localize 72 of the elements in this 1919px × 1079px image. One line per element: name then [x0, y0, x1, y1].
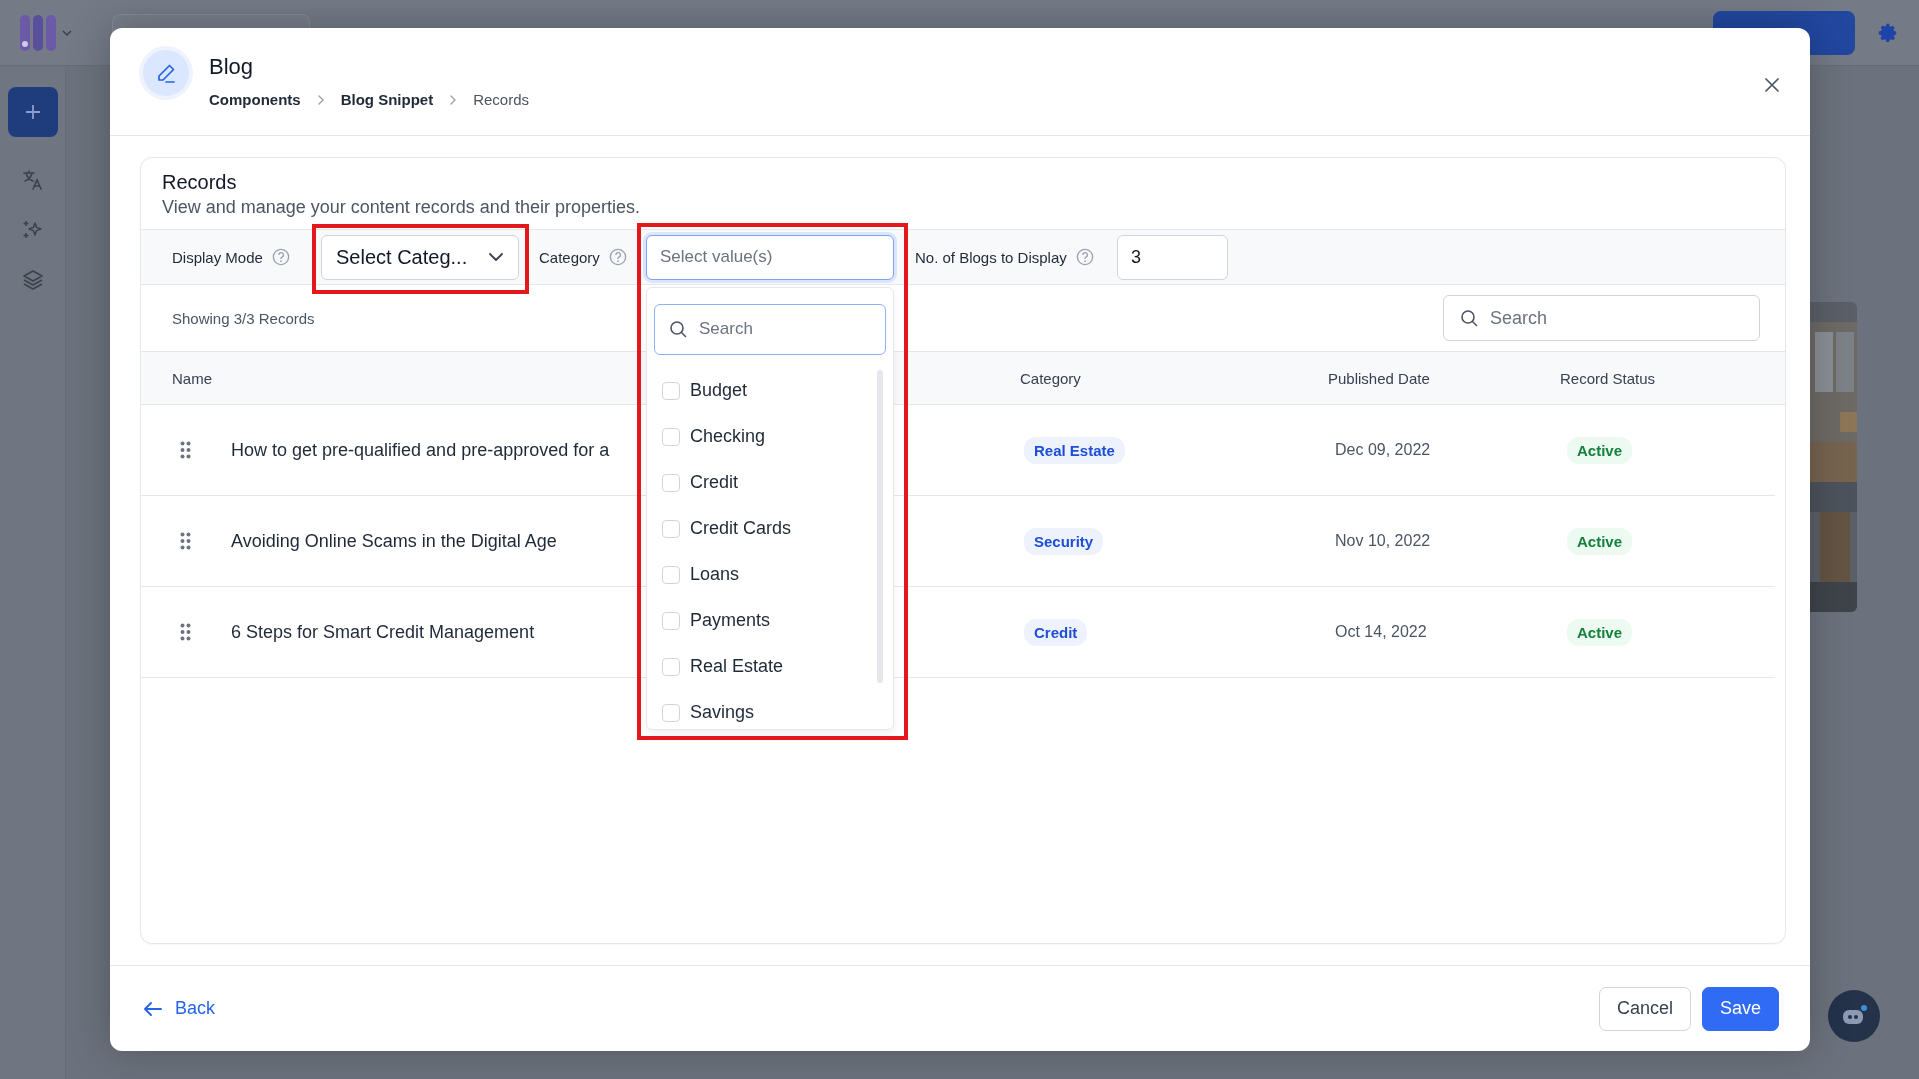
help-icon — [271, 248, 290, 266]
drag-handle-icon[interactable] — [180, 623, 191, 641]
column-header: Name — [172, 369, 213, 387]
section-description: View and manage your content records and their properties. — [162, 196, 641, 219]
display-mode-select[interactable]: Select Categ... — [321, 234, 519, 280]
checkbox[interactable] — [662, 565, 680, 584]
column-header: Category — [1020, 369, 1082, 387]
category-tag: Credit — [1024, 618, 1088, 646]
status-badge: Active — [1567, 618, 1633, 646]
field-label: No. of Blogs to Display — [915, 248, 1067, 266]
checkbox[interactable] — [662, 427, 680, 446]
option-label[interactable]: Savings — [690, 702, 755, 723]
column-header: Record Status — [1560, 369, 1657, 387]
option-label[interactable]: Credit — [690, 472, 738, 493]
add-button[interactable] — [7, 87, 58, 137]
scrollbar[interactable] — [877, 369, 883, 683]
chevron-down-icon — [488, 252, 504, 262]
column-header: Published Date — [1328, 369, 1431, 387]
published-date: Oct 14, 2022 — [1334, 623, 1428, 641]
arrow-left-icon — [143, 1000, 163, 1017]
search-field[interactable]: Search — [654, 303, 886, 355]
category-select[interactable]: Select value(s) — [646, 234, 894, 280]
record-count: Showing 3/3 Records — [172, 309, 315, 327]
chevron-right-icon — [316, 93, 325, 106]
chevron-right-icon — [449, 93, 458, 106]
field-label: Display Mode — [172, 248, 263, 266]
checkbox[interactable] — [662, 381, 680, 400]
checkbox[interactable] — [662, 519, 680, 538]
record-name: Avoiding Online Scams in the Digital Age — [231, 530, 557, 552]
option-label[interactable]: Real Estate — [690, 656, 784, 677]
category-tag: Real Estate — [1024, 436, 1125, 464]
save-button[interactable]: Save — [1701, 986, 1779, 1031]
translate-icon[interactable] — [21, 169, 44, 191]
back-link[interactable]: Back — [143, 998, 216, 1019]
app-logo[interactable] — [20, 12, 72, 53]
option-label[interactable]: Checking — [690, 426, 766, 447]
close-button[interactable] — [1762, 75, 1782, 95]
option-label[interactable]: Budget — [690, 380, 748, 401]
drag-handle-icon[interactable] — [180, 532, 191, 550]
category-tag: Security — [1024, 527, 1104, 555]
breadcrumb-link[interactable]: Components — [209, 91, 301, 108]
help-icon — [1075, 248, 1094, 266]
option-label[interactable]: Loans — [690, 564, 740, 585]
checkbox[interactable] — [662, 473, 680, 492]
record-name: 6 Steps for Smart Credit Management — [231, 621, 535, 643]
number-input[interactable]: 3 — [1117, 234, 1228, 280]
dialog-title: Blog — [209, 53, 255, 81]
sparkle-icon[interactable] — [21, 219, 44, 241]
layers-icon[interactable] — [21, 269, 44, 291]
checkbox[interactable] — [662, 657, 680, 676]
option-label[interactable]: Payments — [690, 610, 771, 631]
field-label: Category — [539, 248, 600, 266]
record-name: How to get pre-qualified and pre-approved for a — [231, 439, 610, 461]
checkbox[interactable] — [662, 703, 680, 722]
search-icon — [669, 320, 687, 338]
search-field[interactable]: Search — [1443, 295, 1760, 341]
breadcrumb-link[interactable]: Records — [473, 91, 530, 108]
settings-icon[interactable] — [1877, 21, 1899, 44]
search-icon — [1460, 309, 1478, 327]
status-badge: Active — [1567, 527, 1633, 555]
edit-icon — [143, 50, 189, 96]
published-date: Nov 10, 2022 — [1334, 532, 1432, 550]
status-badge: Active — [1567, 436, 1633, 464]
option-label[interactable]: Credit Cards — [690, 518, 792, 539]
checkbox[interactable] — [662, 611, 680, 630]
section-title: Records — [162, 170, 238, 195]
help-icon — [608, 248, 627, 266]
published-date: Dec 09, 2022 — [1334, 441, 1432, 459]
drag-handle-icon[interactable] — [180, 441, 191, 459]
chat-bot-button[interactable] — [1828, 990, 1880, 1042]
cancel-button[interactable]: Cancel — [1598, 986, 1691, 1031]
breadcrumb-link[interactable]: Blog Snippet — [340, 91, 434, 108]
